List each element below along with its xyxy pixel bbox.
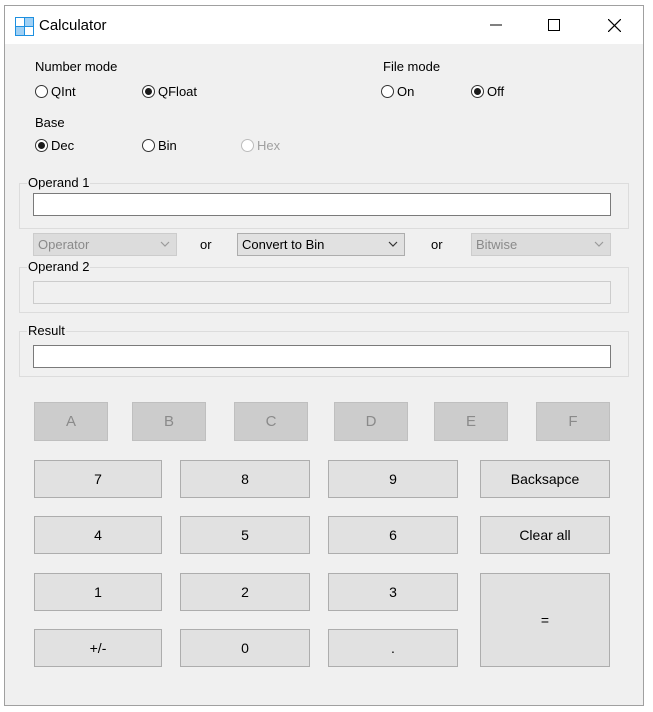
backspace-button[interactable]: Backsapce <box>480 460 610 498</box>
minimize-button[interactable] <box>467 6 525 44</box>
close-button[interactable] <box>585 6 643 44</box>
radio-hex-circle <box>241 138 254 152</box>
chevron-down-icon <box>388 241 398 247</box>
radio-file-on[interactable]: On <box>381 82 414 100</box>
equals-button[interactable]: = <box>480 573 610 667</box>
key-5-button[interactable]: 5 <box>180 516 310 554</box>
calculator-window: Calculator Number mode QInt QFloat File … <box>4 5 644 706</box>
radio-file-off[interactable]: Off <box>471 82 504 100</box>
operand1-label: Operand 1 <box>27 175 91 190</box>
radio-bin-label: Bin <box>158 137 177 153</box>
radio-qint-circle <box>35 84 48 98</box>
radio-file-on-label: On <box>397 83 415 99</box>
radio-file-off-circle <box>471 84 484 98</box>
radio-hex-label: Hex <box>257 137 281 153</box>
key-0-button[interactable]: 0 <box>180 629 310 667</box>
radio-hex[interactable]: Hex <box>241 136 280 154</box>
or-label-2: or <box>431 237 443 252</box>
convert-select-value: Convert to Bin <box>242 237 325 252</box>
title-bar: Calculator <box>5 6 643 44</box>
chevron-down-icon <box>160 241 170 247</box>
chevron-down-icon <box>594 241 604 247</box>
radio-file-on-circle <box>381 84 394 98</box>
operator-select-value: Operator <box>38 237 90 252</box>
key-a-button[interactable]: A <box>34 402 108 441</box>
radio-dec[interactable]: Dec <box>35 136 74 154</box>
clear-all-button[interactable]: Clear all <box>480 516 610 554</box>
operand2-label: Operand 2 <box>27 259 91 274</box>
radio-qfloat-label: QFloat <box>158 83 198 99</box>
sign-toggle-button[interactable]: +/- <box>34 629 162 667</box>
operand1-input[interactable] <box>33 193 611 216</box>
key-e-button[interactable]: E <box>434 402 508 441</box>
radio-file-off-label: Off <box>487 83 505 99</box>
minimize-icon <box>490 24 502 26</box>
key-4-button[interactable]: 4 <box>34 516 162 554</box>
radio-dec-circle <box>35 138 48 152</box>
key-b-button[interactable]: B <box>132 402 206 441</box>
radio-qfloat[interactable]: QFloat <box>142 82 197 100</box>
calculator-app-icon <box>15 17 34 36</box>
maximize-button[interactable] <box>525 6 583 44</box>
decimal-point-button[interactable]: . <box>328 629 458 667</box>
result-output[interactable] <box>33 345 611 368</box>
radio-qfloat-circle <box>142 84 155 98</box>
key-3-button[interactable]: 3 <box>328 573 458 611</box>
radio-dec-label: Dec <box>51 137 75 153</box>
key-9-button[interactable]: 9 <box>328 460 458 498</box>
number-mode-label: Number mode <box>35 59 118 74</box>
key-d-button[interactable]: D <box>334 402 408 441</box>
bitwise-select[interactable]: Bitwise <box>471 233 611 256</box>
key-6-button[interactable]: 6 <box>328 516 458 554</box>
close-icon <box>607 18 621 32</box>
maximize-icon <box>548 19 560 31</box>
or-label-1: or <box>200 237 212 252</box>
window-title: Calculator <box>39 17 107 34</box>
base-label: Base <box>35 115 65 130</box>
key-c-button[interactable]: C <box>234 402 308 441</box>
convert-select[interactable]: Convert to Bin <box>237 233 405 256</box>
key-8-button[interactable]: 8 <box>180 460 310 498</box>
key-7-button[interactable]: 7 <box>34 460 162 498</box>
operator-select[interactable]: Operator <box>33 233 177 256</box>
radio-bin-circle <box>142 138 155 152</box>
radio-qint[interactable]: QInt <box>35 82 76 100</box>
result-label: Result <box>27 323 66 338</box>
key-2-button[interactable]: 2 <box>180 573 310 611</box>
radio-qint-label: QInt <box>51 83 76 99</box>
bitwise-select-value: Bitwise <box>476 237 518 252</box>
operand2-input[interactable] <box>33 281 611 304</box>
key-f-button[interactable]: F <box>536 402 610 441</box>
radio-bin[interactable]: Bin <box>142 136 177 154</box>
file-mode-label: File mode <box>383 59 441 74</box>
key-1-button[interactable]: 1 <box>34 573 162 611</box>
